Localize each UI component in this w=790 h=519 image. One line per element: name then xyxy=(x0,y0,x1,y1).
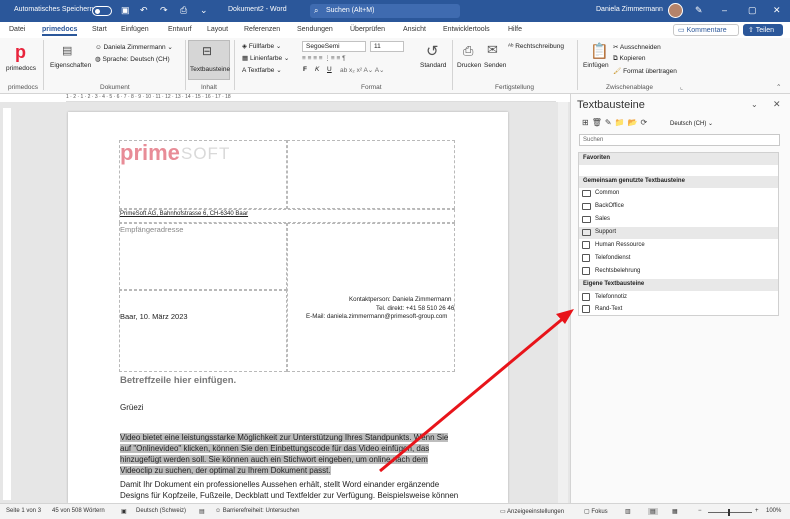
zoom-level[interactable]: 100% xyxy=(766,508,781,514)
focus-button[interactable]: ▢ Fokus xyxy=(584,508,608,515)
read-mode-icon[interactable]: ▥ xyxy=(625,508,631,515)
focus-label: Fokus xyxy=(591,509,608,515)
zoom-in-icon[interactable]: + xyxy=(755,508,759,514)
accessibility-label: Barrierefreiheit: Untersuchen xyxy=(222,508,300,514)
language-status[interactable]: Deutsch (Schweiz) xyxy=(136,508,186,514)
zoom-out-icon[interactable]: − xyxy=(698,508,702,514)
display-settings[interactable]: ▭ Anzeigeeinstellungen xyxy=(500,508,564,515)
web-layout-icon[interactable]: ▦ xyxy=(672,508,678,515)
zoom-slider-thumb[interactable] xyxy=(728,509,730,516)
annotation-arrow xyxy=(379,309,574,473)
accessibility-status[interactable]: ☺ Barrierefreiheit: Untersuchen xyxy=(215,508,300,514)
display-label: Anzeigeeinstellungen xyxy=(507,509,565,515)
display-icon: ▭ xyxy=(500,509,508,515)
accessibility-icon: ☺ xyxy=(215,508,223,514)
track-icon[interactable]: ▤ xyxy=(199,508,205,515)
status-bar: Seite 1 von 3 45 von 508 Wörtern ▣ Deuts… xyxy=(0,503,790,519)
word-count[interactable]: 45 von 508 Wörtern xyxy=(52,508,105,514)
proofing-icon[interactable]: ▣ xyxy=(121,508,127,515)
page-count[interactable]: Seite 1 von 3 xyxy=(6,508,41,514)
zoom-slider[interactable] xyxy=(708,512,752,513)
print-layout-icon[interactable]: ▤ xyxy=(648,508,658,515)
arrow-shaft xyxy=(379,314,567,473)
